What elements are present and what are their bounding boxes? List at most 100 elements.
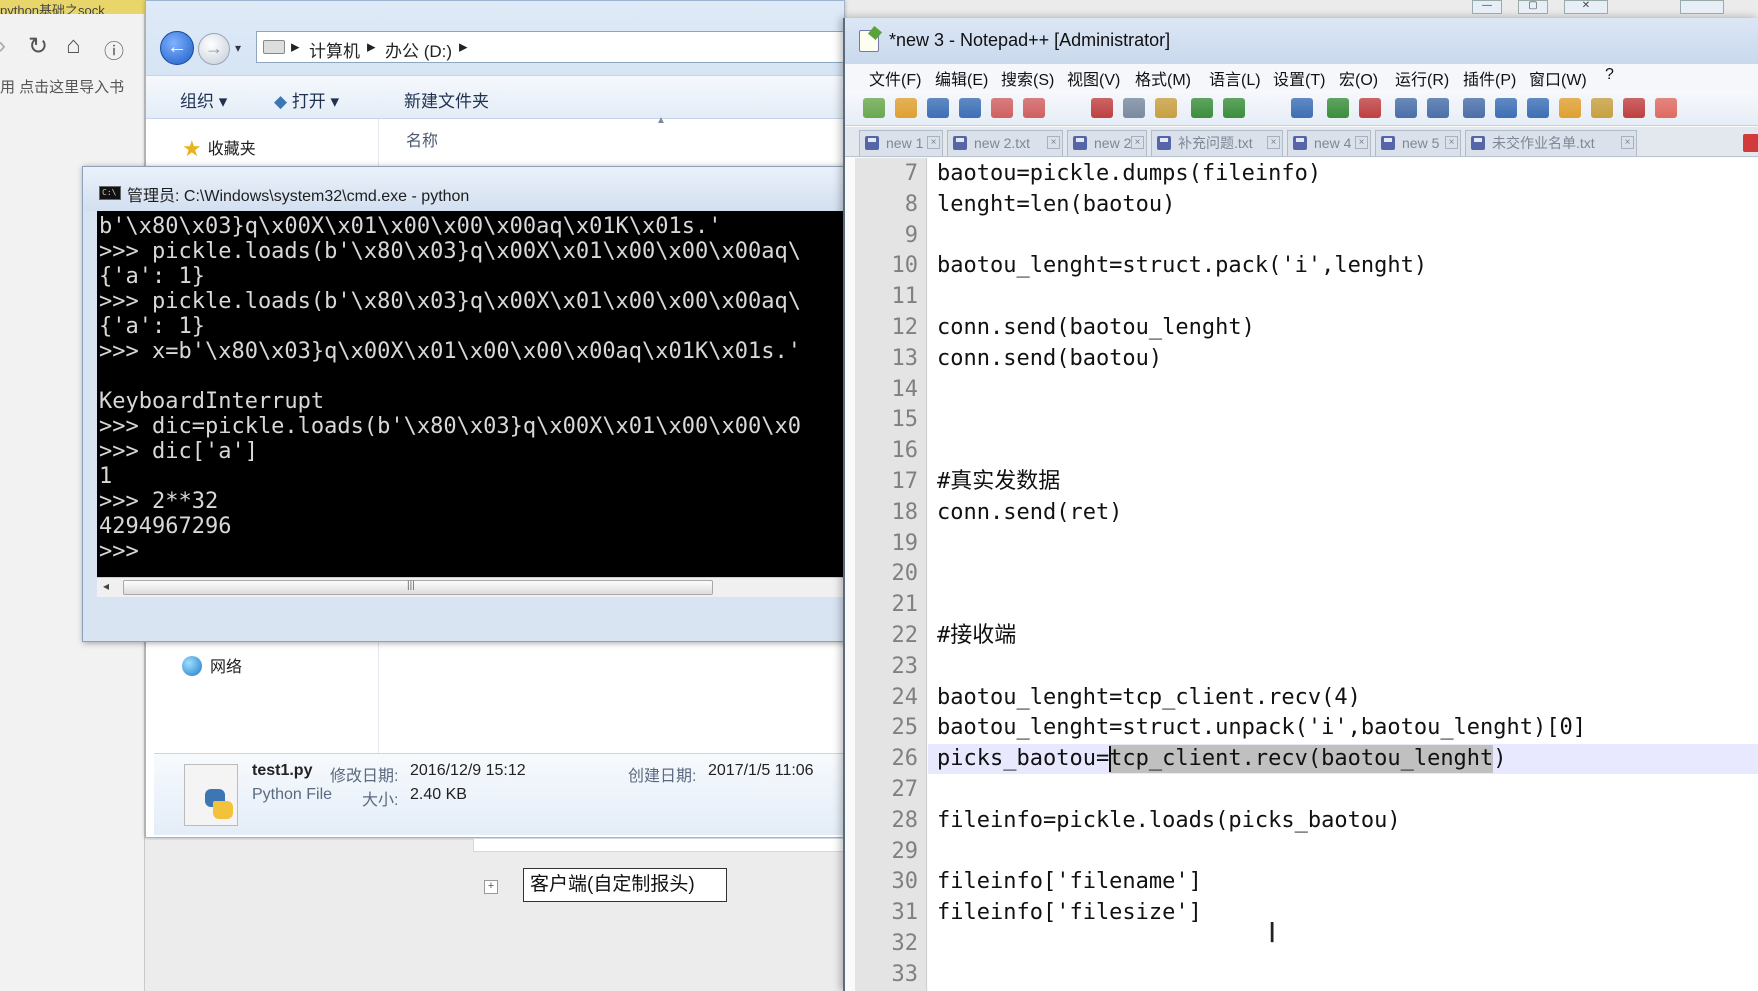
tab[interactable]: new 4 × — [1287, 130, 1371, 156]
close-icon[interactable] — [991, 98, 1013, 118]
menu-item[interactable]: 设置(T) — [1273, 66, 1325, 90]
find-icon[interactable] — [1259, 98, 1281, 118]
tab-close-icon[interactable]: × — [1621, 136, 1634, 149]
breadcrumb-separator-icon[interactable]: ▸ — [291, 37, 300, 57]
code-line[interactable]: conn.send(baotou) — [937, 344, 1162, 374]
scroll-left-icon[interactable]: ◂ — [103, 579, 109, 593]
scroll-thumb[interactable] — [123, 580, 713, 595]
code-line[interactable]: baotou=pickle.dumps(fileinfo) — [937, 159, 1321, 189]
minimize-icon[interactable]: — — [1472, 0, 1502, 14]
breadcrumb-drive[interactable]: 办公 (D:) — [385, 37, 452, 62]
tab[interactable]: new 1 × — [859, 130, 943, 156]
tab-close-icon[interactable]: × — [1355, 136, 1368, 149]
cmd-console[interactable]: b'\x80\x03}q\x00X\x01\x00\x00\x00aq\x01K… — [97, 211, 848, 577]
maximize-icon[interactable]: ▢ — [1518, 0, 1548, 14]
tab[interactable]: new 2.txt × — [947, 130, 1063, 156]
tab-close-icon[interactable]: × — [1445, 136, 1458, 149]
replace-icon[interactable] — [1291, 98, 1313, 118]
redo-icon[interactable] — [1223, 98, 1245, 118]
save-all-icon[interactable] — [959, 98, 981, 118]
code-line[interactable]: conn.send(ret) — [937, 498, 1122, 528]
code-line[interactable]: picks_baotou=tcp_client.recv(baotou_leng… — [937, 744, 1507, 774]
breadcrumb-separator-icon[interactable]: ▸ — [367, 37, 376, 57]
bookmark-bar[interactable]: 用 点击这里导入书 — [0, 76, 124, 97]
cmd-titlebar[interactable]: C:\ 管理员: C:\Windows\system32\cmd.exe - p… — [83, 167, 846, 211]
forward-arrow-icon[interactable]: → — [198, 33, 230, 65]
breadcrumb-computer[interactable]: 计算机 — [309, 37, 360, 62]
undo-icon[interactable] — [1191, 98, 1213, 118]
zoom-in-icon[interactable] — [1327, 98, 1349, 118]
menu-item[interactable]: 插件(P) — [1463, 66, 1516, 90]
zoom-out-icon[interactable] — [1359, 98, 1381, 118]
arrow-right-icon[interactable]: › — [0, 32, 6, 60]
close-icon[interactable]: ✕ — [1564, 0, 1608, 14]
tab[interactable]: 补充问题.txt × — [1151, 130, 1283, 156]
menu-item[interactable]: 宏(O) — [1339, 66, 1378, 90]
code-line[interactable]: fileinfo['filesize'] — [937, 898, 1202, 928]
code-line[interactable]: baotou_lenght=struct.unpack('i',baotou_l… — [937, 713, 1586, 743]
macro-record-icon[interactable] — [1623, 98, 1645, 118]
code-line[interactable]: baotou_lenght=tcp_client.recv(4) — [937, 683, 1361, 713]
home-icon[interactable]: ⌂ — [66, 32, 81, 60]
back-arrow-icon[interactable]: ← — [160, 31, 194, 65]
refresh-icon[interactable]: ↻ — [28, 32, 48, 61]
menu-item[interactable]: 搜索(S) — [1001, 66, 1054, 90]
new-folder-button[interactable]: 新建文件夹 — [404, 87, 489, 112]
code-line[interactable]: baotou_lenght=struct.pack('i',lenght) — [937, 251, 1427, 281]
code-line[interactable]: conn.send(baotou_lenght) — [937, 313, 1255, 343]
menu-item[interactable]: 视图(V) — [1067, 66, 1120, 90]
indent-guide-icon[interactable] — [1527, 98, 1549, 118]
code-line[interactable]: fileinfo['filename'] — [937, 867, 1202, 897]
window-control-icon[interactable] — [1680, 0, 1724, 14]
tab[interactable]: new 5 × — [1375, 130, 1461, 156]
cmd-horizontal-scrollbar[interactable]: ◂ ||| — [97, 577, 848, 597]
expand-plus-icon[interactable]: + — [484, 880, 498, 894]
copy-icon[interactable] — [1123, 98, 1145, 118]
print-icon[interactable] — [1055, 98, 1077, 118]
more-icon[interactable] — [1687, 98, 1709, 118]
open-file-icon[interactable] — [895, 98, 917, 118]
open-button[interactable]: ◆ 打开 ▾ — [274, 87, 339, 112]
close-tab-icon[interactable] — [1743, 134, 1758, 152]
favorites-item[interactable]: ★ 收藏夹 — [182, 135, 256, 162]
tab-close-icon[interactable]: × — [927, 136, 940, 149]
address-bar[interactable]: ▸ 计算机 ▸ 办公 (D:) ▸ — [256, 31, 856, 63]
menu-item[interactable]: 窗口(W) — [1529, 66, 1587, 90]
close-all-icon[interactable] — [1023, 98, 1045, 118]
browser-tab-title[interactable]: python基础之sock — [0, 0, 145, 14]
menu-item[interactable]: 编辑(E) — [935, 66, 988, 90]
new-file-icon[interactable] — [863, 98, 885, 118]
client-label-box[interactable]: 客户端(自定制报头) — [523, 868, 727, 902]
column-name-header[interactable]: 名称 — [406, 127, 438, 151]
code-line[interactable]: fileinfo=pickle.loads(picks_baotou) — [937, 806, 1401, 836]
word-wrap-icon[interactable] — [1463, 98, 1485, 118]
organize-button[interactable]: 组织 ▾ — [180, 87, 227, 112]
npp-titlebar[interactable]: *new 3 - Notepad++ [Administrator] — [845, 18, 1758, 64]
save-icon[interactable] — [927, 98, 949, 118]
history-dropdown-icon[interactable]: ▾ — [235, 41, 241, 55]
tab-close-icon[interactable]: × — [1131, 136, 1144, 149]
network-item[interactable]: 网络 — [182, 653, 242, 677]
breadcrumb-separator-icon[interactable]: ▸ — [459, 37, 468, 57]
menu-item[interactable]: ? — [1605, 66, 1614, 84]
code-line[interactable]: #接收端 — [937, 621, 1016, 651]
cut-icon[interactable] — [1091, 98, 1113, 118]
sync-horizontal-icon[interactable] — [1427, 98, 1449, 118]
paste-icon[interactable] — [1155, 98, 1177, 118]
tab-close-icon[interactable]: × — [1047, 136, 1060, 149]
info-icon[interactable]: ⓘ — [104, 35, 124, 64]
sync-vertical-icon[interactable] — [1395, 98, 1417, 118]
menu-item[interactable]: 格式(M) — [1135, 66, 1191, 90]
folder-icon[interactable] — [1655, 98, 1677, 118]
code-editor[interactable]: baotou=pickle.dumps(fileinfo) lenght=len(… — [928, 158, 1758, 991]
tab-close-icon[interactable]: × — [1267, 136, 1280, 149]
function-list-icon[interactable] — [1591, 98, 1613, 118]
tab[interactable]: 未交作业名单.txt × — [1465, 130, 1637, 156]
doc-map-icon[interactable] — [1559, 98, 1581, 118]
show-all-chars-icon[interactable] — [1495, 98, 1517, 118]
tab[interactable]: new 2 × — [1067, 130, 1147, 156]
menu-item[interactable]: 运行(R) — [1395, 66, 1449, 90]
menu-item[interactable]: 语言(L) — [1209, 66, 1261, 90]
code-line[interactable]: lenght=len(baotou) — [937, 190, 1175, 220]
menu-item[interactable]: 文件(F) — [869, 66, 921, 90]
